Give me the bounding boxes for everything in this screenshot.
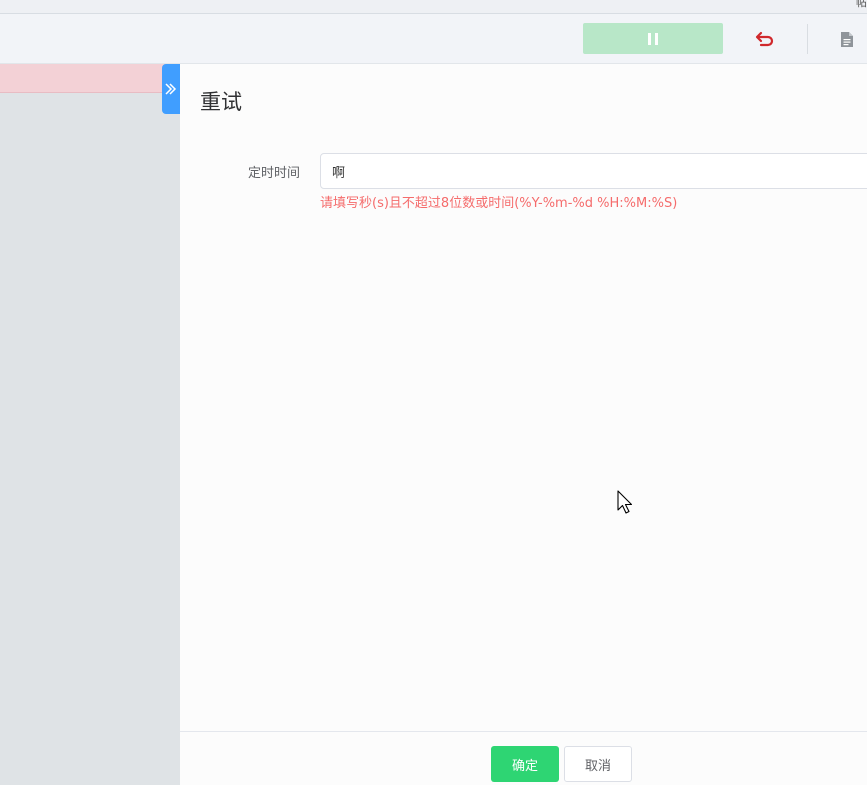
corner-text: 帖: [856, 0, 867, 9]
document-button[interactable]: [835, 26, 859, 52]
cancel-button[interactable]: 取消: [564, 746, 632, 782]
pause-icon: [648, 32, 651, 45]
toolbar-divider: [807, 24, 808, 54]
confirm-button[interactable]: 确定: [491, 746, 559, 782]
retry-drawer: 重试 定时时间 请填写秒(s)且不超过8位数或时间(%Y-%m-%d %H:%M…: [180, 64, 867, 785]
pause-button[interactable]: [583, 23, 723, 54]
double-chevron-right-icon: [165, 83, 177, 95]
toolbar: [0, 14, 867, 64]
pause-icon-bar: [655, 32, 658, 45]
scheduled-time-input[interactable]: [320, 153, 867, 189]
document-icon: [841, 31, 853, 47]
expand-sidebar-button[interactable]: [162, 64, 180, 114]
drawer-title: 重试: [200, 90, 242, 114]
scheduled-time-label: 定时时间: [247, 166, 300, 181]
undo-button[interactable]: [751, 25, 779, 53]
highlighted-row[interactable]: [0, 64, 180, 93]
validation-error: 请填写秒(s)且不超过8位数或时间(%Y-%m-%d %H:%M:%S): [320, 196, 678, 211]
left-panel: [0, 64, 180, 785]
undo-icon: [755, 31, 774, 47]
top-strip: 帖: [0, 0, 867, 14]
drawer-footer: 确定 取消: [180, 731, 867, 785]
mouse-cursor-icon: [617, 490, 633, 514]
